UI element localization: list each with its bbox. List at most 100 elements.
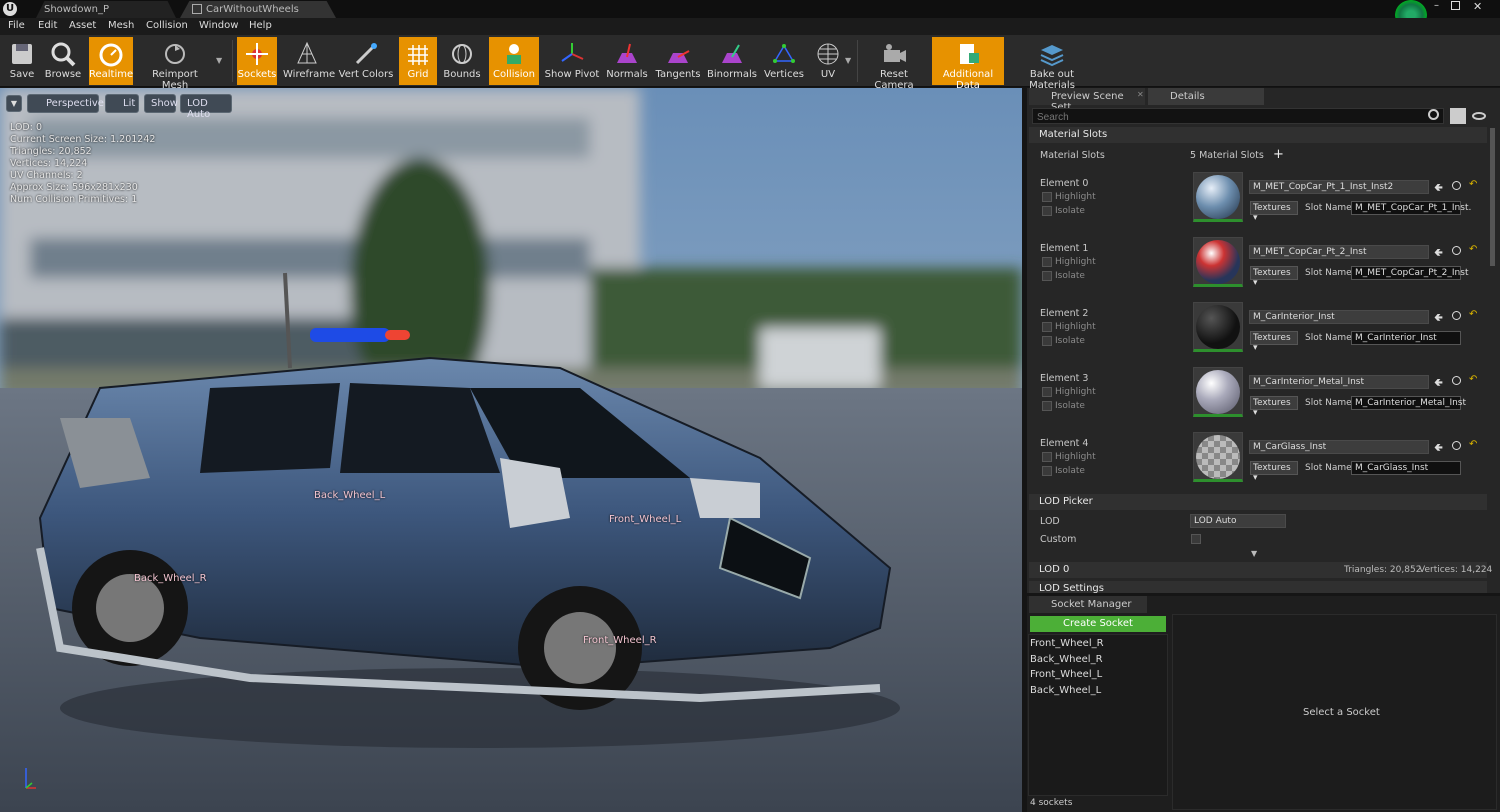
show-button[interactable]: Show: [144, 94, 178, 113]
socket-item-back-wheel-r[interactable]: Back_Wheel_R: [1030, 654, 1103, 665]
reset-arrow-icon[interactable]: ↶: [1469, 179, 1477, 190]
tab-carwithoutwheels[interactable]: CarWithoutWheels: [180, 1, 336, 18]
use-selected-arrow-icon[interactable]: 🢀: [1434, 374, 1443, 393]
add-slot-icon[interactable]: +: [1273, 147, 1284, 162]
sockets-button[interactable]: Sockets: [237, 37, 277, 85]
additional-data-button[interactable]: Additional Data: [932, 37, 1004, 91]
lod-settings-header[interactable]: LOD Settings: [1029, 581, 1487, 593]
slot-name-input[interactable]: M_MET_CopCar_Pt_2_Inst: [1351, 266, 1468, 280]
slot-name-input[interactable]: M_MET_CopCar_Pt_1_Inst.: [1351, 201, 1471, 215]
reset-camera-button[interactable]: Reset Camera: [862, 37, 926, 91]
browse-search-icon[interactable]: [1452, 246, 1461, 255]
browse-search-icon[interactable]: [1452, 376, 1461, 385]
socket-item-front-wheel-l[interactable]: Front_Wheel_L: [1030, 669, 1102, 680]
material-thumbnail[interactable]: [1193, 432, 1243, 482]
viewport-options-button[interactable]: ▼: [6, 95, 22, 112]
isolate-checkbox[interactable]: [1042, 466, 1052, 476]
material-select[interactable]: M_MET_CopCar_Pt_1_Inst_Inst2: [1249, 180, 1429, 194]
material-thumbnail[interactable]: [1193, 172, 1243, 222]
material-thumbnail[interactable]: [1193, 302, 1243, 352]
browse-search-icon[interactable]: [1452, 311, 1461, 320]
material-slots-header[interactable]: Material Slots: [1029, 127, 1487, 143]
wireframe-button[interactable]: Wireframe: [283, 37, 335, 85]
reset-arrow-icon[interactable]: ↶: [1469, 244, 1477, 255]
isolate-checkbox[interactable]: [1042, 271, 1052, 281]
material-thumbnail[interactable]: [1193, 367, 1243, 417]
socket-item-front-wheel-r[interactable]: Front_Wheel_R: [1030, 638, 1104, 649]
binormals-button[interactable]: Binormals: [707, 37, 757, 85]
perspective-button[interactable]: Perspective: [27, 94, 104, 113]
isolate-checkbox[interactable]: [1042, 206, 1052, 216]
use-selected-arrow-icon[interactable]: 🢀: [1434, 439, 1443, 458]
menu-mesh[interactable]: Mesh: [108, 20, 134, 31]
isolate-checkbox[interactable]: [1042, 336, 1052, 346]
normals-button[interactable]: Normals: [605, 37, 649, 85]
tab-preview-scene-settings[interactable]: Preview Scene Sett: [1029, 88, 1145, 113]
socket-label-front-wheel-r[interactable]: Front_Wheel_R: [583, 635, 657, 646]
reimport-mesh-button[interactable]: Reimport Mesh: [140, 37, 210, 91]
scrollbar[interactable]: [1490, 128, 1495, 266]
textures-dropdown[interactable]: Textures ▾: [1250, 266, 1298, 288]
lod-auto-button[interactable]: LOD Auto: [180, 94, 232, 120]
menu-edit[interactable]: Edit: [38, 20, 57, 31]
tab-close-icon[interactable]: ✕: [1137, 90, 1144, 99]
material-thumbnail[interactable]: [1193, 237, 1243, 287]
highlight-checkbox[interactable]: [1042, 322, 1052, 332]
vert-colors-button[interactable]: Vert Colors: [338, 37, 394, 85]
minimize-button[interactable]: –: [1434, 0, 1446, 12]
browse-search-icon[interactable]: [1452, 441, 1461, 450]
reset-arrow-icon[interactable]: ↶: [1469, 309, 1477, 320]
menu-asset[interactable]: Asset: [69, 20, 96, 31]
uv-dropdown-icon[interactable]: ▼: [845, 56, 851, 65]
browse-button[interactable]: Browse: [44, 37, 82, 85]
reimport-dropdown-icon[interactable]: ▼: [216, 56, 222, 65]
socket-label-back-wheel-l[interactable]: Back_Wheel_L: [314, 490, 385, 501]
menu-collision[interactable]: Collision: [146, 20, 188, 31]
lod-picker-header[interactable]: LOD Picker: [1029, 494, 1487, 510]
slot-name-input[interactable]: M_CarInterior_Metal_Inst: [1351, 396, 1466, 410]
grid-button[interactable]: Grid: [399, 37, 437, 85]
tab-socket-manager[interactable]: Socket Manager: [1029, 596, 1147, 613]
realtime-button[interactable]: Realtime: [89, 37, 133, 85]
textures-dropdown[interactable]: Textures ▾: [1250, 396, 1298, 418]
slot-name-input[interactable]: M_CarInterior_Inst: [1351, 331, 1461, 345]
create-socket-button[interactable]: Create Socket: [1030, 616, 1166, 632]
slot-name-input[interactable]: M_CarGlass_Inst: [1351, 461, 1461, 475]
tangents-button[interactable]: Tangents: [655, 37, 701, 85]
reset-arrow-icon[interactable]: ↶: [1469, 439, 1477, 450]
use-selected-arrow-icon[interactable]: 🢀: [1434, 309, 1443, 328]
lit-button[interactable]: Lit: [105, 94, 139, 113]
lod-select[interactable]: LOD Auto: [1190, 514, 1286, 528]
bake-out-materials-button[interactable]: Bake out Materials: [1009, 37, 1095, 91]
isolate-checkbox[interactable]: [1042, 401, 1052, 411]
material-select[interactable]: M_MET_CopCar_Pt_2_Inst: [1249, 245, 1429, 259]
menu-file[interactable]: File: [8, 20, 25, 31]
search-input[interactable]: [1032, 108, 1444, 124]
browse-search-icon[interactable]: [1452, 181, 1461, 190]
expand-arrow-icon[interactable]: ▼: [1251, 549, 1257, 558]
highlight-checkbox[interactable]: [1042, 387, 1052, 397]
view-options-icon[interactable]: [1450, 108, 1466, 124]
eye-icon[interactable]: [1472, 112, 1486, 120]
textures-dropdown[interactable]: Textures ▾: [1250, 461, 1298, 483]
textures-dropdown[interactable]: Textures ▾: [1250, 201, 1298, 223]
custom-checkbox[interactable]: [1191, 534, 1201, 544]
material-select[interactable]: M_CarGlass_Inst: [1249, 440, 1429, 454]
material-select[interactable]: M_CarInterior_Metal_Inst: [1249, 375, 1429, 389]
socket-label-front-wheel-l[interactable]: Front_Wheel_L: [609, 514, 681, 525]
use-selected-arrow-icon[interactable]: 🢀: [1434, 244, 1443, 263]
tab-showdown[interactable]: Showdown_P: [36, 1, 176, 18]
uv-button[interactable]: UV: [810, 37, 846, 85]
material-select[interactable]: M_CarInterior_Inst: [1249, 310, 1429, 324]
textures-dropdown[interactable]: Textures ▾: [1250, 331, 1298, 353]
highlight-checkbox[interactable]: [1042, 257, 1052, 267]
maximize-button[interactable]: [1451, 1, 1460, 10]
menu-window[interactable]: Window: [199, 20, 238, 31]
menu-help[interactable]: Help: [249, 20, 272, 31]
bounds-button[interactable]: Bounds: [443, 37, 481, 85]
highlight-checkbox[interactable]: [1042, 192, 1052, 202]
search-icon[interactable]: [1428, 109, 1439, 120]
use-selected-arrow-icon[interactable]: 🢀: [1434, 179, 1443, 198]
highlight-checkbox[interactable]: [1042, 452, 1052, 462]
save-button[interactable]: Save: [4, 37, 40, 85]
